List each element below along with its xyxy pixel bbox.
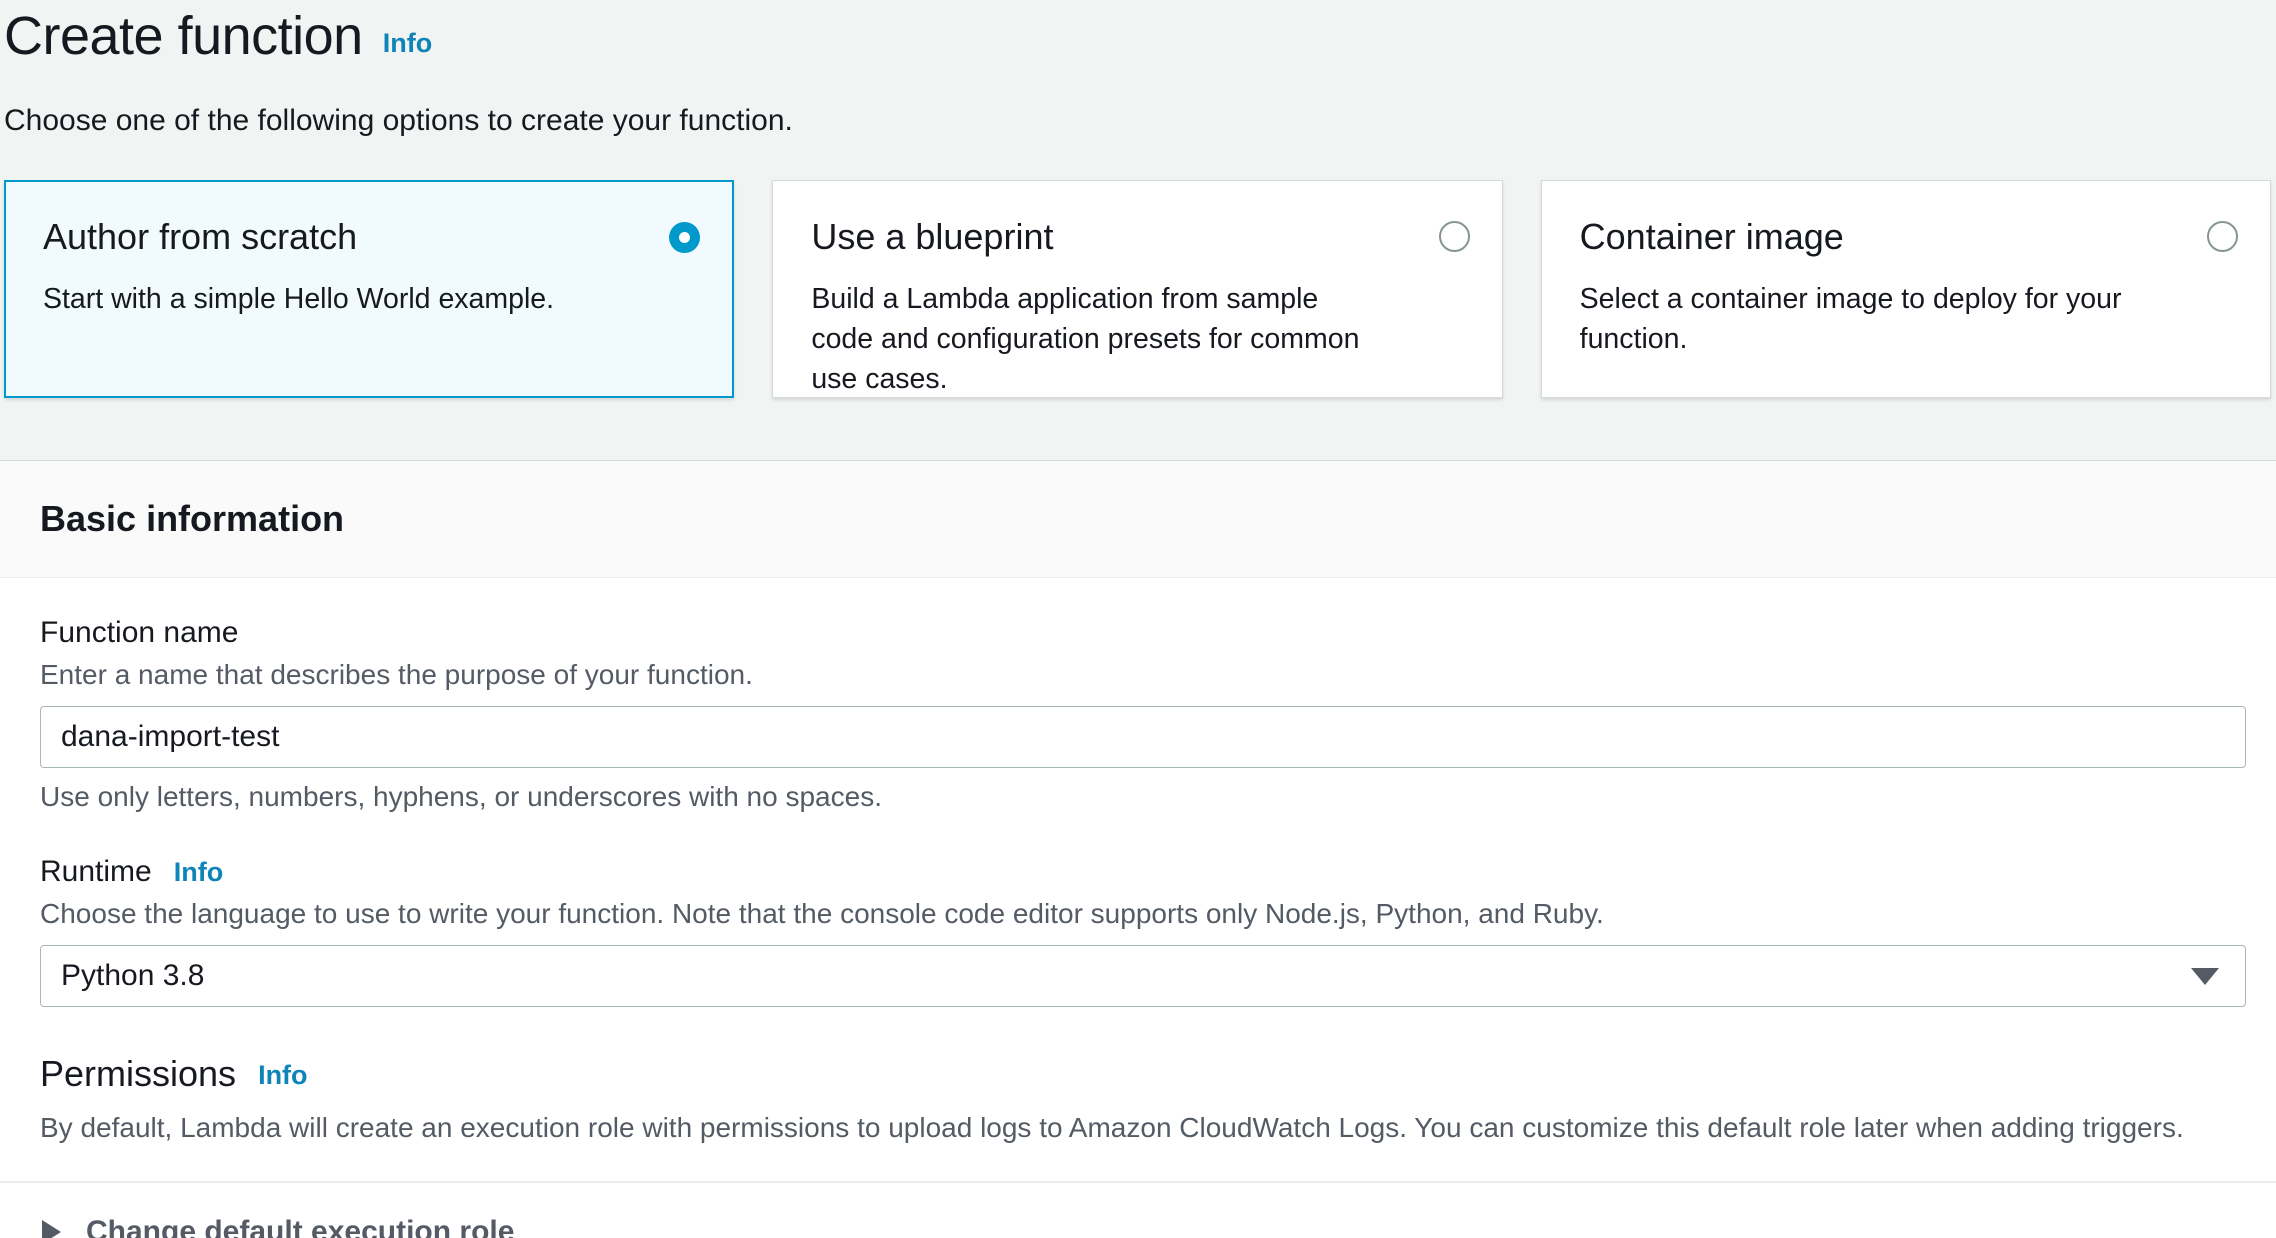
page-title: Create function [4, 4, 363, 68]
function-name-constraint: Use only letters, numbers, hyphens, or u… [40, 781, 2246, 813]
chevron-down-icon [2191, 968, 2219, 985]
basic-information-header: Basic information [0, 461, 2276, 578]
runtime-select[interactable]: Python 3.8 [40, 945, 2246, 1007]
permissions-heading-row: Permissions Info [40, 1053, 2246, 1095]
radio-dot [679, 232, 690, 243]
function-name-input[interactable] [40, 706, 2246, 768]
runtime-description: Choose the language to use to write your… [40, 898, 2246, 930]
title-row: Create function Info [4, 4, 2271, 68]
tile-author-from-scratch[interactable]: Author from scratch Start with a simple … [4, 180, 734, 398]
tile-description: Start with a simple Hello World example. [43, 279, 703, 319]
tile-title: Container image [1580, 215, 2240, 259]
tile-title: Use a blueprint [811, 215, 1471, 259]
tile-description: Build a Lambda application from sample c… [811, 279, 1471, 399]
basic-information-panel: Basic information Function name Enter a … [0, 460, 2276, 1238]
function-name-description: Enter a name that describes the purpose … [40, 659, 2246, 691]
radio-unselected-icon[interactable] [1439, 221, 1470, 252]
tile-description: Select a container image to deploy for y… [1580, 279, 2240, 359]
page-subtitle: Choose one of the following options to c… [4, 104, 2271, 138]
permissions-description: By default, Lambda will create an execut… [40, 1111, 2246, 1145]
page-header: Create function Info Choose one of the f… [0, 0, 2276, 398]
create-function-page: Create function Info Choose one of the f… [0, 0, 2276, 1238]
runtime-field: Runtime Info Choose the language to use … [40, 855, 2246, 1007]
change-default-execution-role-expander[interactable]: Change default execution role [0, 1183, 2276, 1238]
page-title-info-link[interactable]: Info [383, 28, 432, 59]
caret-right-icon [42, 1220, 61, 1238]
function-name-label: Function name [40, 616, 2246, 650]
radio-unselected-icon[interactable] [2207, 221, 2238, 252]
basic-information-body: Function name Enter a name that describe… [0, 578, 2276, 1145]
creation-option-tiles: Author from scratch Start with a simple … [4, 180, 2271, 398]
permissions-info-link[interactable]: Info [258, 1060, 307, 1091]
basic-information-heading: Basic information [40, 498, 344, 540]
runtime-label-row: Runtime Info [40, 855, 2246, 889]
tile-title: Author from scratch [43, 215, 703, 259]
runtime-info-link[interactable]: Info [174, 857, 223, 888]
tile-container-image[interactable]: Container image Select a container image… [1541, 180, 2271, 398]
expander-label: Change default execution role [86, 1215, 514, 1238]
runtime-selected-value: Python 3.8 [61, 959, 204, 993]
tile-use-a-blueprint[interactable]: Use a blueprint Build a Lambda applicati… [772, 180, 1502, 398]
function-name-field: Function name Enter a name that describe… [40, 616, 2246, 813]
permissions-heading: Permissions [40, 1053, 236, 1095]
permissions-section: Permissions Info By default, Lambda will… [40, 1053, 2246, 1145]
runtime-label: Runtime [40, 855, 152, 889]
